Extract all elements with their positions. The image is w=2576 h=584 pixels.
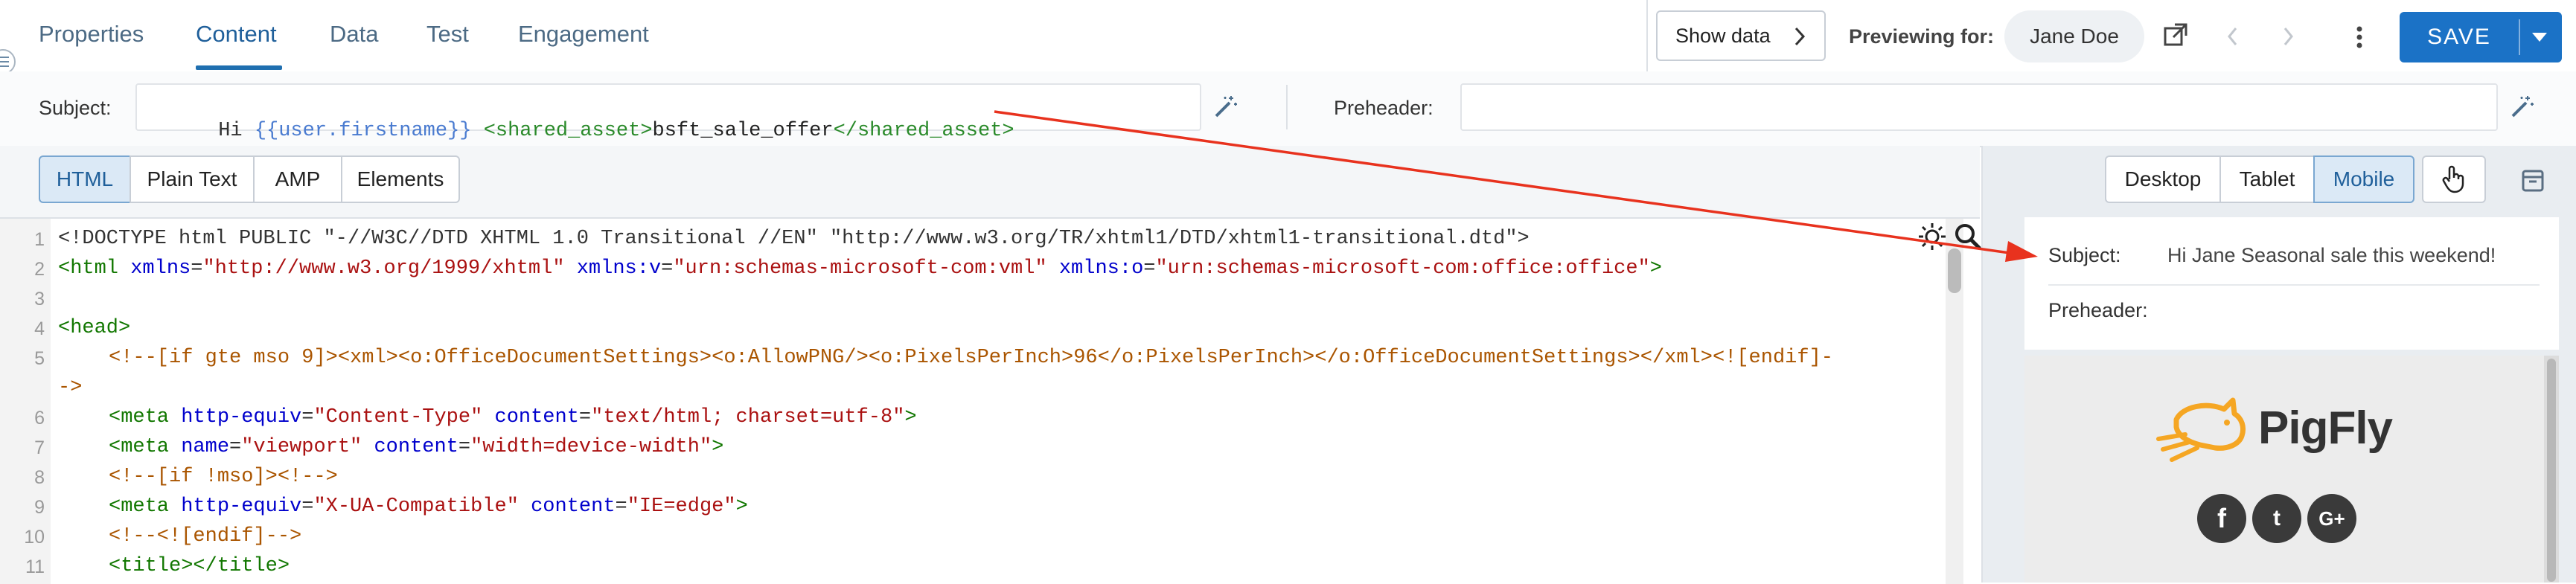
code-line: <!DOCTYPE html PUBLIC "-//W3C//DTD XHTML… <box>58 228 1530 250</box>
search-icon[interactable] <box>1953 222 1983 251</box>
subject-text: Hi <box>218 120 255 142</box>
save-button[interactable]: SAVE <box>2400 12 2562 62</box>
line-number: 1 <box>34 229 45 250</box>
code-line: <meta http-equiv="Content-Type" content=… <box>109 406 917 429</box>
tab-properties[interactable]: Properties <box>39 21 144 48</box>
line-number: 9 <box>34 497 45 518</box>
preheader-label: Preheader: <box>1334 97 1434 119</box>
tab-data[interactable]: Data <box>330 21 378 48</box>
preview-subject-label: Subject: <box>2048 244 2121 266</box>
preview-scrollbar-thumb[interactable] <box>2547 359 2556 582</box>
theme-toggle-icon[interactable] <box>1917 222 1947 251</box>
mode-elements[interactable]: Elements <box>341 155 460 203</box>
line-number: 3 <box>34 289 45 309</box>
interactive-preview-button[interactable] <box>2422 155 2486 203</box>
preview-preheader-label: Preheader: <box>2048 299 2148 321</box>
magic-wand-icon[interactable] <box>1213 94 1239 119</box>
top-bar: Properties Content Data Test Engagement … <box>0 0 2576 73</box>
google-plus-icon[interactable]: G+ <box>2307 494 2356 543</box>
line-number: 8 <box>34 467 45 488</box>
device-mobile[interactable]: Mobile <box>2313 155 2414 203</box>
brand-name: PigFly <box>2258 402 2393 454</box>
preview-subject-value: Hi Jane Seasonal sale this weekend! <box>2167 244 2496 266</box>
active-tab-indicator <box>196 65 282 70</box>
subject-input[interactable]: Hi {{user.firstname}} <shared_asset>bsft… <box>135 83 1201 142</box>
save-dropdown-caret-icon[interactable] <box>2532 33 2547 42</box>
line-gutter: 1 2 3 4 5 6 7 8 9 10 11 <box>0 219 51 584</box>
code-line: <!--[if gte mso 9]><xml><o:OfficeDocumen… <box>109 347 1833 369</box>
mode-amp[interactable]: AMP <box>253 155 342 203</box>
preview-user-selector[interactable]: Jane Doe <box>2004 10 2144 62</box>
tab-content[interactable]: Content <box>196 21 277 48</box>
twitter-icon[interactable]: t <box>2252 494 2301 543</box>
subject-tag-open: <shared_asset> <box>483 120 653 142</box>
editor-scrollbar-thumb[interactable] <box>1948 248 1961 293</box>
divider <box>1286 85 1288 129</box>
tab-engagement[interactable]: Engagement <box>518 21 649 48</box>
magic-wand-icon[interactable] <box>2510 94 2535 119</box>
code-line: <html xmlns="http://www.w3.org/1999/xhtm… <box>58 257 1662 280</box>
more-options-icon[interactable] <box>2355 25 2364 49</box>
tab-test[interactable]: Test <box>426 21 469 48</box>
save-split-divider <box>2519 19 2520 55</box>
subject-asset: bsft_sale_offer <box>652 120 834 142</box>
save-label: SAVE <box>2427 25 2491 49</box>
subject-tag-close: </shared_asset> <box>833 120 1014 142</box>
preview-header-card: Subject: Hi Jane Seasonal sale this week… <box>2024 217 2559 350</box>
facebook-icon[interactable]: f <box>2197 494 2246 543</box>
divider <box>2048 284 2540 286</box>
subject-label: Subject: <box>39 97 112 119</box>
code-line: <!--[if !mso]><!--> <box>109 466 338 488</box>
line-number: 6 <box>34 408 45 429</box>
line-number: 4 <box>34 318 45 339</box>
line-number: 10 <box>24 527 45 548</box>
line-number: 11 <box>25 556 45 577</box>
pointer-hand-icon <box>2442 165 2464 193</box>
external-link-icon[interactable] <box>2163 22 2188 48</box>
subject-variable: {{user.firstname}} <box>254 120 472 142</box>
code-line: <!--<![endif]--> <box>109 525 302 548</box>
code-line: <title></title> <box>109 555 290 577</box>
previous-icon[interactable] <box>2225 25 2240 48</box>
chevron-right-icon <box>1794 27 1806 46</box>
show-data-label: Show data <box>1675 24 1771 47</box>
sidebar-toggle-icon[interactable] <box>0 49 16 74</box>
line-number: 2 <box>34 259 45 280</box>
preheader-input[interactable] <box>1460 83 2498 131</box>
code-line: <meta http-equiv="X-UA-Compatible" conte… <box>109 495 748 518</box>
code-editor[interactable]: 1 2 3 4 5 6 7 8 9 10 11 <!DOCTYPE html P… <box>0 217 1983 584</box>
code-line: -> <box>58 376 83 399</box>
email-preview: PigFly f t G+ <box>2024 356 2544 583</box>
mode-html[interactable]: HTML <box>39 155 131 203</box>
pigfly-logo-icon <box>2156 397 2246 462</box>
divider <box>1646 0 1648 71</box>
device-tablet[interactable]: Tablet <box>2219 155 2315 203</box>
device-desktop[interactable]: Desktop <box>2105 155 2221 203</box>
archive-icon[interactable] <box>2520 168 2545 193</box>
previewing-for-label: Previewing for: <box>1849 25 1995 48</box>
code-line: <head> <box>58 317 131 339</box>
line-number: 7 <box>34 437 45 458</box>
mode-plain-text[interactable]: Plain Text <box>130 155 255 203</box>
next-icon[interactable] <box>2281 25 2295 48</box>
show-data-button[interactable]: Show data <box>1656 10 1826 61</box>
line-number: 5 <box>34 348 45 369</box>
subject-bar: Subject: Hi {{user.firstname}} <shared_a… <box>0 71 2576 147</box>
code-line: <meta name="viewport" content="width=dev… <box>109 436 724 458</box>
